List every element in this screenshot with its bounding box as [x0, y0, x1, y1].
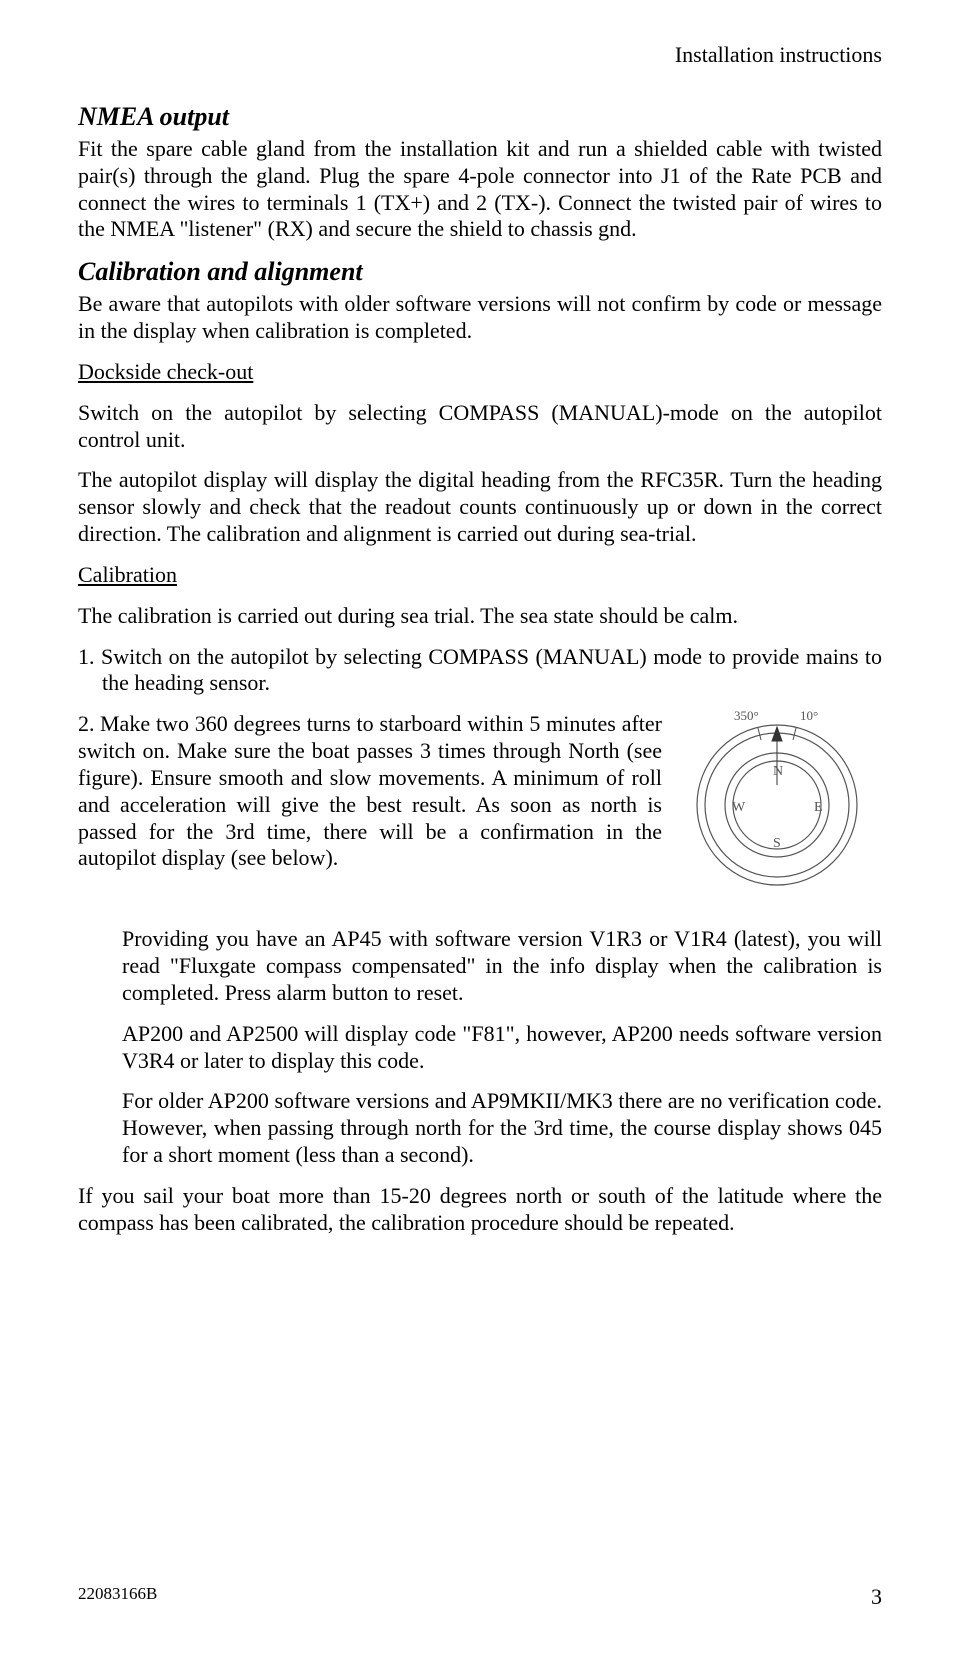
compass-s: S [773, 836, 781, 851]
step-2-row: 2.Make two 360 degrees turns to starboar… [78, 711, 882, 900]
note-older-ap200: For older AP200 software versions and AP… [122, 1088, 882, 1168]
page-footer: 22083166B 3 [78, 1584, 882, 1610]
compass-icon: 350° 10° N E S W [672, 695, 882, 895]
para-calib-intro: Be aware that autopilots with older soft… [78, 291, 882, 345]
footer-page-number: 3 [871, 1584, 882, 1610]
note-ap200-ap2500: AP200 and AP2500 will display code "F81"… [122, 1021, 882, 1075]
tick-350: 350° [734, 708, 759, 723]
page: Installation instructions NMEA output Fi… [0, 0, 960, 1654]
step-1: 1. Switch on the autopilot by selecting … [78, 644, 882, 698]
step-2-num: 2. [78, 711, 100, 738]
heading-calibration: Calibration and alignment [78, 257, 882, 287]
para-nmea: Fit the spare cable gland from the insta… [78, 136, 882, 243]
para-calib-sea: The calibration is carried out during se… [78, 603, 882, 630]
calibration-label: Calibration [78, 562, 177, 587]
version-notes: Providing you have an AP45 with software… [122, 926, 882, 1169]
step-1-text: Switch on the autopilot by selecting COM… [101, 644, 882, 696]
compass-w: W [732, 800, 746, 815]
heading-nmea-output: NMEA output [78, 102, 882, 132]
tick-10: 10° [800, 708, 818, 723]
subhead-calibration: Calibration [78, 562, 882, 589]
calibration-steps: 1. Switch on the autopilot by selecting … [78, 644, 882, 698]
para-dockside-1: Switch on the autopilot by selecting COM… [78, 400, 882, 454]
compass-n: N [773, 764, 783, 779]
para-dockside-2: The autopilot display will display the d… [78, 467, 882, 547]
step-1-num: 1. [78, 644, 95, 669]
step-2: 2.Make two 360 degrees turns to starboar… [78, 711, 662, 872]
step-2-text: Make two 360 degrees turns to starboard … [78, 711, 662, 870]
header-right: Installation instructions [78, 42, 882, 68]
note-ap45: Providing you have an AP45 with software… [122, 926, 882, 1006]
subhead-dockside: Dockside check-out [78, 359, 882, 386]
dockside-label: Dockside check-out [78, 359, 253, 384]
compass-figure: 350° 10° N E S W [672, 695, 882, 900]
footer-docid: 22083166B [78, 1584, 157, 1610]
compass-e: E [814, 800, 823, 815]
para-latitude-repeat: If you sail your boat more than 15-20 de… [78, 1183, 882, 1237]
